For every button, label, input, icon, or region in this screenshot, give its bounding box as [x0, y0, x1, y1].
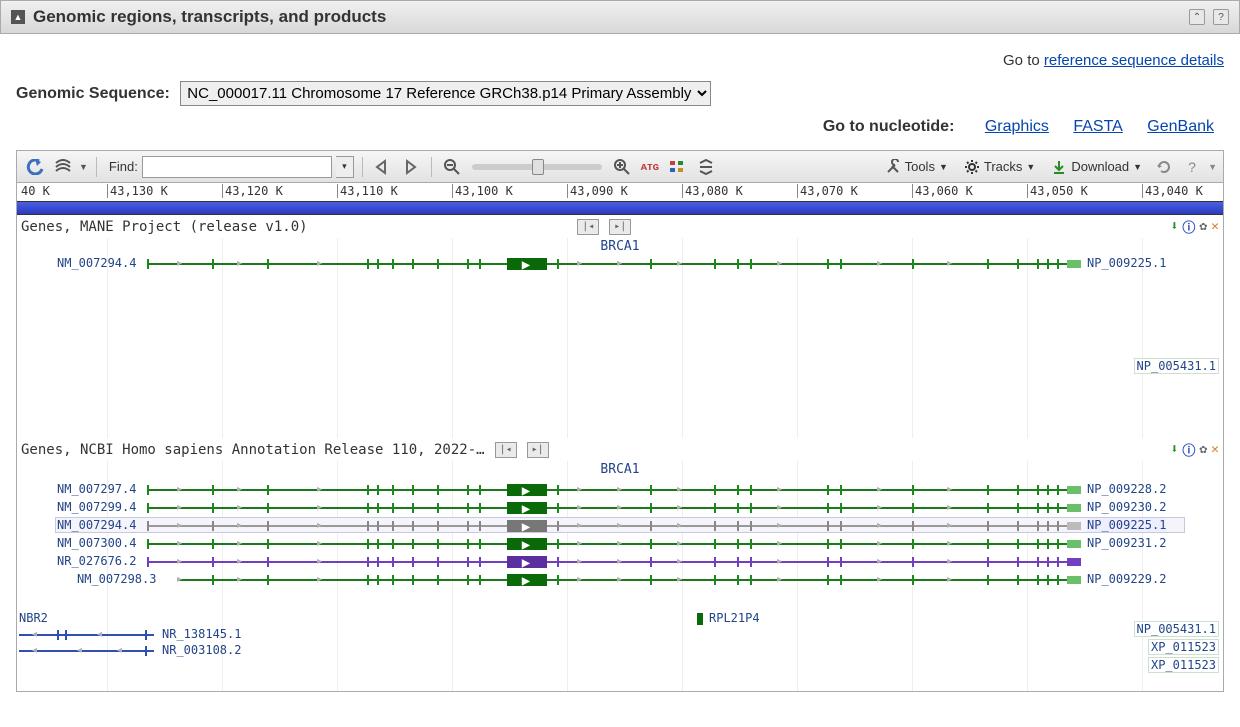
transcript-acc: NM_007300.4: [57, 536, 136, 550]
download-icon: [1051, 159, 1067, 175]
transcript-acc: NM_007298.3: [77, 572, 156, 586]
ncbi-transcript-row[interactable]: NM_007299.4▶▸▸▸▸▸▸▸▸▸NP_009230.2: [17, 499, 1223, 517]
zoom-seq-icon[interactable]: ᴀᴛɢ: [638, 155, 662, 179]
mane-transcript-row[interactable]: NM_007294.4 ▶: [17, 255, 1223, 273]
nucleotide-links-label: Go to nucleotide:: [823, 118, 955, 135]
ncbi-track-body: BRCA1 NM_007297.4▶▸▸▸▸▸▸▸▸▸NP_009228.2NM…: [17, 461, 1223, 691]
tools-menu[interactable]: Tools▼: [879, 155, 954, 179]
panel-header: ▲ Genomic regions, transcripts, and prod…: [0, 0, 1240, 34]
collapse-tracks-icon[interactable]: [694, 155, 718, 179]
genbank-link[interactable]: GenBank: [1147, 118, 1214, 135]
ncbi-extra-protein-1[interactable]: XP_011523: [1148, 639, 1219, 655]
ncbi-download-icon[interactable]: ⬇: [1171, 442, 1179, 457]
markers-icon[interactable]: [666, 155, 690, 179]
zoom-in-icon[interactable]: [610, 155, 634, 179]
tracks-menu[interactable]: Tracks▼: [958, 155, 1041, 179]
zoom-out-icon[interactable]: [440, 155, 464, 179]
mane-transcript-acc: NM_007294.4: [57, 256, 136, 270]
mane-track-body: BRCA1 NM_007294.4 ▶: [17, 238, 1223, 438]
panel-title: Genomic regions, transcripts, and produc…: [33, 7, 386, 27]
graphics-link[interactable]: Graphics: [985, 118, 1049, 135]
history-caret-icon[interactable]: ▼: [79, 162, 88, 172]
ncbi-extra-protein-0[interactable]: NP_005431.1: [1134, 621, 1219, 637]
back-icon[interactable]: [23, 155, 47, 179]
mane-settings-icon[interactable]: ✿: [1199, 219, 1207, 234]
coordinate-ruler: 40 K 43,130 K 43,120 K 43,110 K 43,100 K…: [17, 183, 1223, 201]
viewer-toolbar: ▼ Find: ▾ ᴀᴛɢ Tools▼ Tracks▼: [17, 151, 1223, 183]
genomic-sequence-row: Genomic Sequence: NC_000017.11 Chromosom…: [16, 81, 1224, 106]
mane-download-icon[interactable]: ⬇: [1171, 219, 1179, 234]
collapse-toggle-icon[interactable]: ▲: [11, 10, 25, 24]
pan-right-icon[interactable]: [399, 155, 423, 179]
transcript-acc: NM_007294.4: [57, 518, 136, 532]
genomic-sequence-select[interactable]: NC_000017.11 Chromosome 17 Reference GRC…: [180, 81, 711, 106]
ncbi-track-header: Genes, NCBI Homo sapiens Annotation Rele…: [17, 438, 1223, 461]
mane-prev-icon[interactable]: |◂: [577, 219, 599, 235]
fasta-link[interactable]: FASTA: [1073, 118, 1123, 135]
ncbi-transcript-row[interactable]: NM_007298.3▶▸▸▸▸▸▸▸▸▸NP_009229.2: [17, 571, 1223, 589]
protein-acc: NP_009225.1: [1087, 518, 1166, 532]
protein-acc: NP_009229.2: [1087, 572, 1166, 586]
help-icon[interactable]: ?: [1213, 9, 1229, 25]
find-dropdown-icon[interactable]: ▾: [336, 156, 354, 178]
ncbi-extra-protein-2[interactable]: XP_011523: [1148, 657, 1219, 673]
history-icon[interactable]: [51, 155, 75, 179]
genomic-sequence-label: Genomic Sequence:: [16, 85, 170, 102]
ncbi-transcript-row[interactable]: NM_007294.4▶▸▸▸▸▸▸▸▸▸NP_009225.1: [17, 517, 1223, 535]
tools-icon: [885, 159, 901, 175]
ncbi-close-icon[interactable]: ✕: [1211, 442, 1219, 457]
sequence-viewer: ▼ Find: ▾ ᴀᴛɢ Tools▼ Tracks▼: [16, 150, 1224, 692]
nbr2-row-1[interactable]: ◂ ◂ ◂ NR_003108.2: [17, 642, 1223, 660]
mane-info-icon[interactable]: ⓘ: [1182, 217, 1195, 236]
ref-seq-details-link[interactable]: reference sequence details: [1044, 52, 1224, 69]
nucleotide-links-row: Go to nucleotide: Graphics FASTA GenBank: [16, 118, 1224, 136]
pan-left-icon[interactable]: [371, 155, 395, 179]
gear-icon: [964, 159, 980, 175]
rpl21p4-label: RPL21P4: [709, 611, 760, 625]
ncbi-transcript-row[interactable]: NM_007300.4▶▸▸▸▸▸▸▸▸▸NP_009231.2: [17, 535, 1223, 553]
zoom-slider[interactable]: [472, 164, 602, 170]
ncbi-transcript-row[interactable]: NR_027676.2▶▸▸▸▸▸▸▸▸▸: [17, 553, 1223, 571]
mane-track-header: Genes, MANE Project (release v1.0) |◂ ▸|…: [17, 215, 1223, 238]
mane-close-icon[interactable]: ✕: [1211, 219, 1219, 234]
find-input[interactable]: [142, 156, 332, 178]
transcript-acc: NM_007299.4: [57, 500, 136, 514]
mane-extra-protein[interactable]: NP_005431.1: [1134, 358, 1219, 374]
ncbi-next-icon[interactable]: ▸|: [527, 442, 549, 458]
protein-acc: NP_009231.2: [1087, 536, 1166, 550]
mane-next-icon[interactable]: ▸|: [609, 219, 631, 235]
rpl21p4-feature[interactable]: [697, 613, 703, 625]
reload-icon[interactable]: [1152, 155, 1176, 179]
protein-acc: NP_009228.2: [1087, 482, 1166, 496]
ncbi-info-icon[interactable]: ⓘ: [1182, 440, 1195, 459]
ncbi-settings-icon[interactable]: ✿: [1199, 442, 1207, 457]
mane-protein-acc: NP_009225.1: [1087, 256, 1166, 270]
viewer-help-icon[interactable]: ?: [1180, 155, 1204, 179]
download-menu[interactable]: Download▼: [1045, 155, 1148, 179]
nbr2-gene-label: NBR2: [19, 611, 48, 625]
transcript-acc: NM_007297.4: [57, 482, 136, 496]
goto-top-icon[interactable]: ⌃: [1189, 9, 1205, 25]
find-label: Find:: [109, 159, 138, 174]
help-caret-icon[interactable]: ▼: [1208, 162, 1217, 172]
ncbi-transcript-row[interactable]: NM_007297.4▶▸▸▸▸▸▸▸▸▸NP_009228.2: [17, 481, 1223, 499]
transcript-acc: NR_027676.2: [57, 554, 136, 568]
ncbi-prev-icon[interactable]: |◂: [495, 442, 517, 458]
overview-bar[interactable]: [17, 201, 1223, 215]
ref-seq-details-row: Go to reference sequence details: [16, 52, 1224, 69]
protein-acc: NP_009230.2: [1087, 500, 1166, 514]
